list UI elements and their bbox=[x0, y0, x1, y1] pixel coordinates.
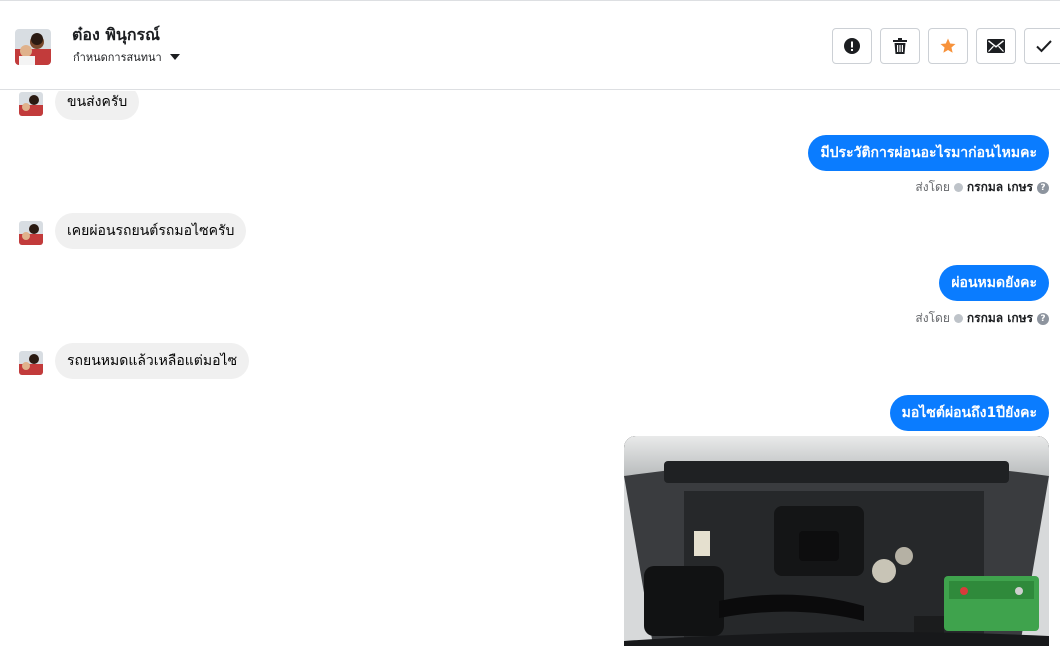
photo-attachment[interactable] bbox=[624, 436, 1049, 646]
mark-done-button[interactable] bbox=[1024, 28, 1060, 64]
trash-icon bbox=[893, 38, 907, 54]
sent-by-label: ส่งโดย bbox=[915, 311, 950, 325]
sent-by-line: ส่งโดย กรกมล เกษร ? bbox=[915, 309, 1049, 328]
star-icon bbox=[940, 38, 956, 53]
message-bubble-outgoing[interactable]: มอไซต์ผ่อนถึง1ปียังคะ bbox=[889, 395, 1049, 431]
sent-by-label: ส่งโดย bbox=[915, 180, 950, 194]
star-button[interactable] bbox=[928, 28, 968, 64]
alert-icon bbox=[844, 38, 860, 54]
sender-avatar bbox=[19, 351, 43, 375]
assign-conversation-dropdown[interactable]: กำหนดการสนทนา bbox=[73, 48, 180, 66]
message-bubble-outgoing[interactable]: ผ่อนหมดยังคะ bbox=[939, 265, 1049, 301]
spam-button[interactable] bbox=[832, 28, 872, 64]
verified-dot-icon bbox=[953, 314, 963, 323]
message-bubble-incoming[interactable]: ขนส่งครับ bbox=[55, 91, 140, 120]
help-icon[interactable]: ? bbox=[1037, 312, 1049, 325]
check-icon bbox=[1036, 40, 1052, 53]
sent-by-agent: กรกมล เกษร bbox=[966, 180, 1033, 194]
message-bubble-outgoing[interactable]: มีประวัติการผ่อนอะไรมาก่อนไหมคะ bbox=[808, 135, 1049, 171]
message-thread[interactable]: ขนส่งครับ มีประวัติการผ่อนอะไรมาก่อนไหมค… bbox=[0, 91, 1060, 646]
contact-name[interactable]: ต๋อง พินุกรณ์ bbox=[72, 23, 160, 48]
sent-by-line: ส่งโดย กรกมล เกษร ? bbox=[915, 178, 1049, 197]
envelope-icon bbox=[987, 39, 1005, 53]
message-bubble-incoming[interactable]: รถยนหมดแล้วเหลือแต่มอไซ bbox=[55, 343, 250, 379]
conversation-header: ต๋อง พินุกรณ์ กำหนดการสนทนา bbox=[0, 0, 1060, 90]
delete-button[interactable] bbox=[880, 28, 920, 64]
sender-avatar bbox=[19, 92, 43, 116]
caret-down-icon bbox=[169, 54, 180, 60]
header-actions bbox=[832, 28, 1060, 64]
mark-unread-button[interactable] bbox=[976, 28, 1016, 64]
contact-avatar[interactable] bbox=[15, 29, 51, 65]
sent-by-agent: กรกมล เกษร bbox=[966, 311, 1033, 325]
message-bubble-incoming[interactable]: เคยผ่อนรถยนต์รถมอไซครับ bbox=[55, 213, 247, 249]
sender-avatar bbox=[19, 221, 43, 245]
assign-conversation-label: กำหนดการสนทนา bbox=[73, 51, 162, 64]
verified-dot-icon bbox=[953, 183, 963, 192]
help-icon[interactable]: ? bbox=[1037, 181, 1049, 194]
